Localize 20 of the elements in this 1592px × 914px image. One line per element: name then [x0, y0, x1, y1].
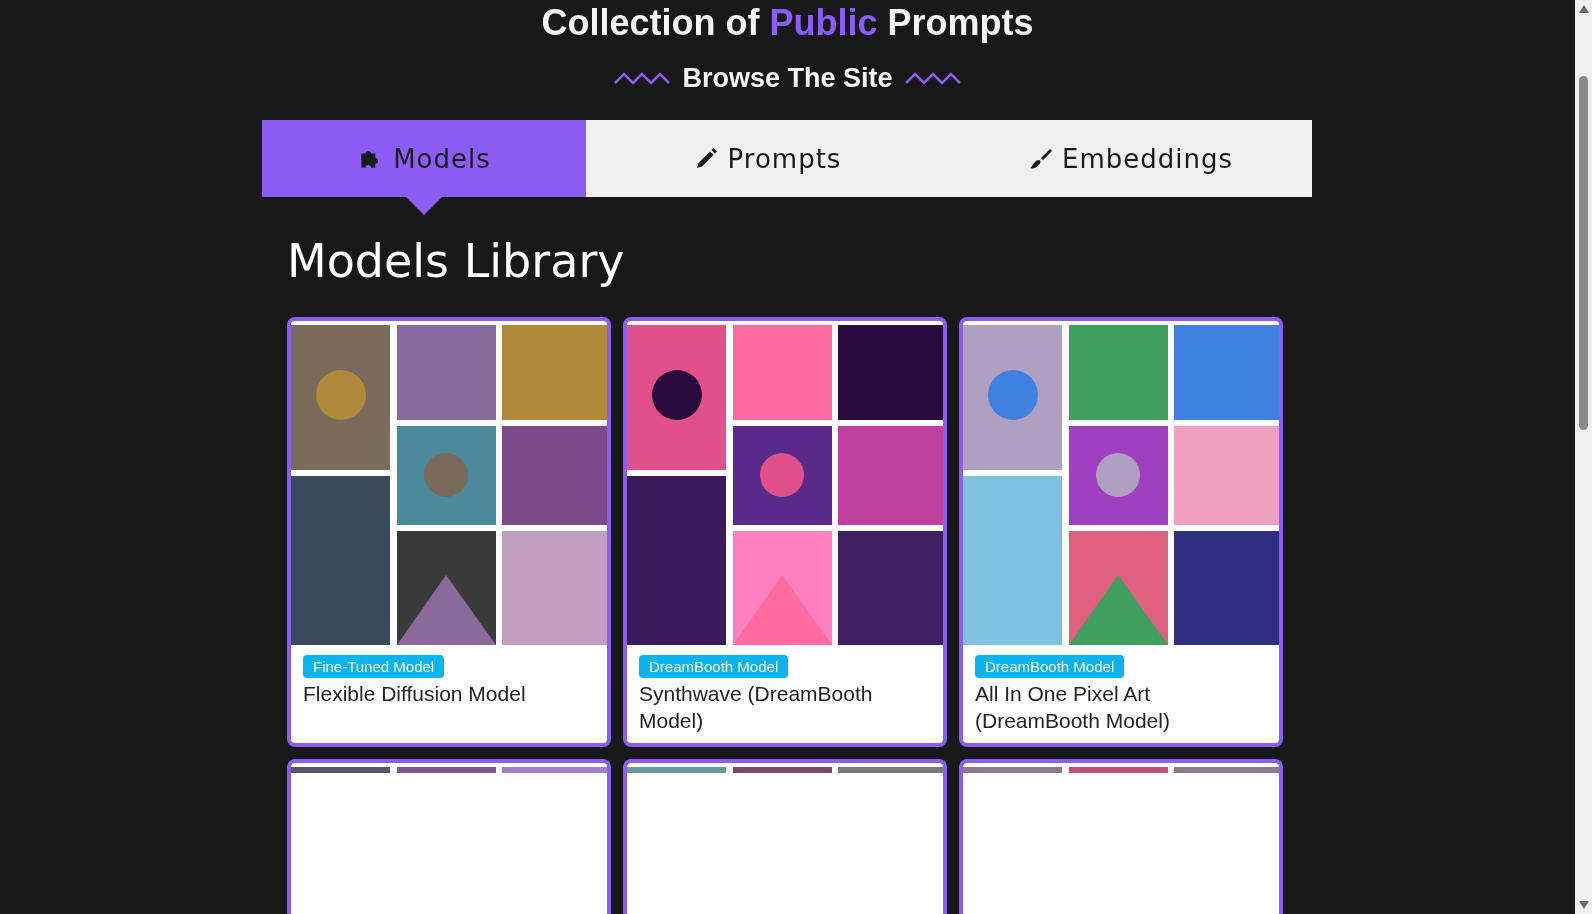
scrollbar[interactable] [1575, 0, 1592, 914]
zigzag-icon [614, 71, 671, 85]
model-card[interactable] [623, 759, 947, 914]
model-card[interactable]: DreamBooth Model Synthwave (DreamBooth Model) [623, 317, 947, 747]
model-type-badge: Fine-Tuned Model [303, 655, 445, 678]
model-type-badge: DreamBooth Model [975, 655, 1125, 678]
model-title: Synthwave (DreamBooth Model) [639, 681, 874, 734]
model-title: Flexible Diffusion Model [303, 681, 526, 707]
library-heading: Models Library [287, 233, 626, 289]
brush-icon [1028, 146, 1052, 171]
model-card[interactable] [287, 759, 611, 914]
zigzag-icon [904, 71, 961, 85]
model-title: All In One Pixel Art (DreamBooth Model) [975, 681, 1171, 734]
model-card[interactable]: DreamBooth Model All In One Pixel Art (DreamBooth Model) [959, 317, 1283, 747]
model-card[interactable]: Fine-Tuned Model Flexible Diffusion Model [287, 317, 611, 747]
model-card[interactable] [959, 759, 1283, 914]
tab-pointer-icon [406, 197, 442, 215]
page-title: Collection of Public Prompts [540, 1, 1035, 44]
model-type-badge: DreamBooth Model [639, 655, 789, 678]
section-heading: Browse The Site [682, 62, 893, 94]
